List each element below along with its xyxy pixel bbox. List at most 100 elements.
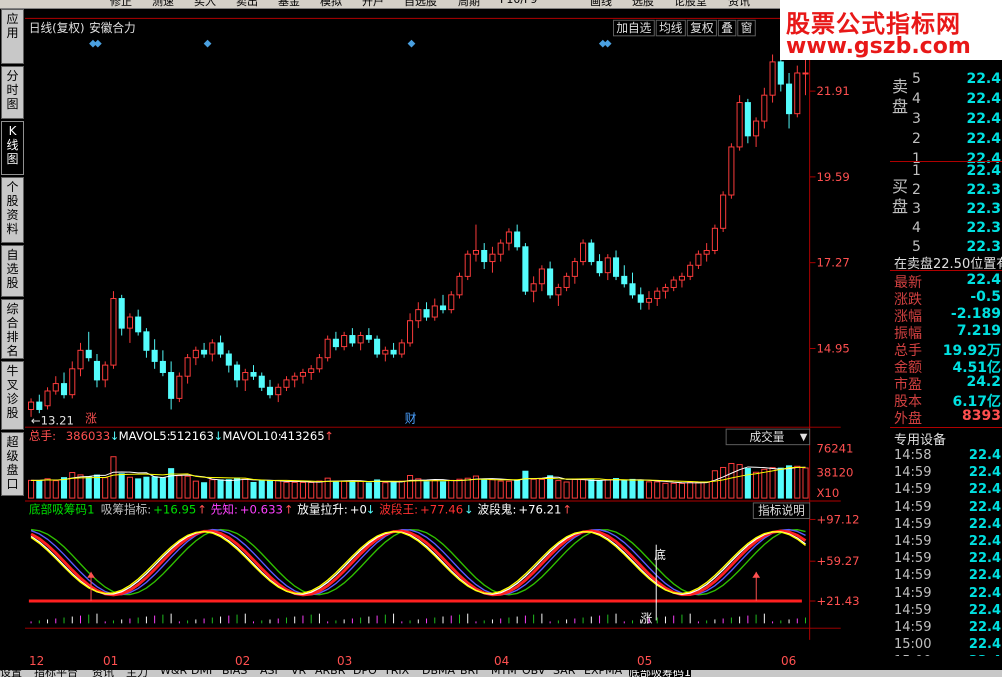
volume-bar[interactable] bbox=[374, 479, 381, 499]
left-tab-3[interactable]: 个股资料 bbox=[1, 177, 24, 243]
menu-item[interactable]: 测速 bbox=[152, 0, 174, 8]
volume-bar[interactable] bbox=[365, 482, 372, 499]
candle-body[interactable] bbox=[398, 342, 405, 355]
candle-body[interactable] bbox=[374, 338, 381, 355]
candle-body[interactable] bbox=[786, 83, 793, 115]
left-tab-0[interactable]: 应用 bbox=[1, 9, 24, 64]
candle-body[interactable] bbox=[761, 94, 768, 122]
volume-bar[interactable] bbox=[514, 479, 521, 499]
candle-body[interactable] bbox=[176, 375, 183, 399]
candle-body[interactable] bbox=[662, 286, 669, 292]
candle-body[interactable] bbox=[489, 253, 496, 263]
menu-item[interactable]: 论股堂 bbox=[674, 0, 707, 8]
menu-item[interactable]: 开户 bbox=[362, 0, 384, 8]
volume-bar[interactable] bbox=[703, 481, 710, 499]
candle-body[interactable] bbox=[159, 360, 166, 373]
volume-bar[interactable] bbox=[390, 482, 397, 499]
volume-bar[interactable] bbox=[612, 478, 620, 499]
candle-body[interactable] bbox=[802, 72, 809, 75]
indicator-tab[interactable]: DPO bbox=[353, 670, 377, 677]
menu-item[interactable]: 选股 bbox=[632, 0, 654, 8]
volume-bar[interactable] bbox=[497, 480, 504, 499]
volume-bar[interactable] bbox=[44, 478, 51, 499]
volume-bar[interactable] bbox=[118, 473, 125, 499]
volume-bar[interactable] bbox=[720, 466, 727, 499]
menu-item[interactable]: 资讯 bbox=[728, 0, 750, 8]
volume-bar[interactable] bbox=[481, 479, 488, 499]
candle-body[interactable] bbox=[93, 360, 101, 381]
volume-bar[interactable] bbox=[28, 479, 35, 499]
candle-body[interactable] bbox=[308, 368, 315, 373]
indicator-tab[interactable]: 资讯 bbox=[92, 670, 114, 677]
volume-bar[interactable] bbox=[670, 482, 677, 499]
event-marker-icon[interactable] bbox=[203, 39, 212, 48]
candle-body[interactable] bbox=[184, 357, 191, 377]
candle-body[interactable] bbox=[407, 320, 414, 344]
volume-bar[interactable] bbox=[563, 481, 570, 499]
candle-body[interactable] bbox=[349, 335, 356, 344]
volume-bar[interactable] bbox=[135, 478, 142, 499]
candle-body[interactable] bbox=[604, 257, 611, 274]
candle-body[interactable] bbox=[555, 286, 562, 296]
candle-body[interactable] bbox=[341, 335, 348, 348]
menu-item[interactable]: 卖出 bbox=[236, 0, 258, 8]
volume-bar[interactable] bbox=[464, 477, 471, 499]
candle-body[interactable] bbox=[423, 309, 430, 318]
candle-body[interactable] bbox=[703, 249, 710, 255]
menu-item[interactable]: 买入 bbox=[194, 0, 216, 8]
candle-body[interactable] bbox=[118, 298, 125, 329]
left-tab-5[interactable]: 综合排名 bbox=[1, 299, 24, 359]
candle-body[interactable] bbox=[720, 194, 727, 229]
indicator-tab[interactable]: ASI bbox=[260, 670, 278, 677]
event-marker-icon[interactable] bbox=[407, 39, 416, 48]
left-tab-4[interactable]: 自选股 bbox=[1, 245, 24, 297]
left-tab-7[interactable]: 超级盘口 bbox=[1, 432, 24, 496]
volume-bar[interactable] bbox=[36, 479, 43, 499]
volume-bar[interactable] bbox=[316, 480, 323, 499]
indicator-tab[interactable]: MTM bbox=[491, 670, 517, 677]
event-marker-icon[interactable] bbox=[603, 39, 612, 48]
candle-body[interactable] bbox=[283, 379, 290, 388]
event-marker-icon[interactable] bbox=[93, 39, 102, 48]
volume-bar[interactable] bbox=[291, 481, 298, 499]
candle-body[interactable] bbox=[332, 338, 339, 348]
candle-body[interactable] bbox=[299, 372, 306, 377]
volume-bar[interactable] bbox=[357, 480, 364, 499]
volume-bar[interactable] bbox=[753, 471, 760, 499]
candle-body[interactable] bbox=[192, 349, 199, 359]
candle-body[interactable] bbox=[472, 249, 480, 255]
volume-bar[interactable] bbox=[489, 479, 496, 499]
volume-bar[interactable] bbox=[802, 467, 809, 499]
indicator-tab[interactable]: TRIX bbox=[384, 670, 409, 677]
volume-bar[interactable] bbox=[283, 481, 290, 499]
indicator-tab[interactable]: SAR bbox=[553, 670, 575, 677]
volume-bar[interactable] bbox=[645, 481, 653, 499]
candle-body[interactable] bbox=[143, 331, 150, 351]
volume-bar[interactable] bbox=[522, 470, 529, 499]
candle-body[interactable] bbox=[497, 242, 504, 255]
candle-body[interactable] bbox=[36, 401, 43, 410]
volume-bar[interactable] bbox=[159, 477, 166, 499]
volume-bar[interactable] bbox=[439, 481, 447, 499]
candle-body[interactable] bbox=[744, 102, 751, 137]
candle-body[interactable] bbox=[563, 275, 570, 288]
candle-body[interactable] bbox=[753, 120, 760, 137]
candle-body[interactable] bbox=[794, 72, 801, 115]
indicator-tab[interactable]: EXPMA bbox=[584, 670, 622, 677]
volume-bar[interactable] bbox=[761, 468, 768, 499]
indicator-tab[interactable]: VR bbox=[291, 670, 306, 677]
candle-body[interactable] bbox=[580, 242, 587, 263]
volume-bar[interactable] bbox=[250, 481, 257, 499]
candle-body[interactable] bbox=[464, 253, 471, 277]
volume-bar[interactable] bbox=[398, 480, 405, 499]
volume-bar[interactable] bbox=[341, 480, 348, 499]
volume-bar[interactable] bbox=[151, 476, 158, 499]
candle-body[interactable] bbox=[439, 305, 447, 311]
candle-body[interactable] bbox=[530, 283, 537, 292]
menu-item[interactable]: 模拟 bbox=[320, 0, 342, 8]
candle-body[interactable] bbox=[77, 349, 84, 370]
candle-body[interactable] bbox=[645, 298, 653, 303]
candle-body[interactable] bbox=[481, 249, 488, 263]
menu-item[interactable]: 画线 bbox=[590, 0, 612, 8]
volume-bar[interactable] bbox=[629, 478, 636, 499]
